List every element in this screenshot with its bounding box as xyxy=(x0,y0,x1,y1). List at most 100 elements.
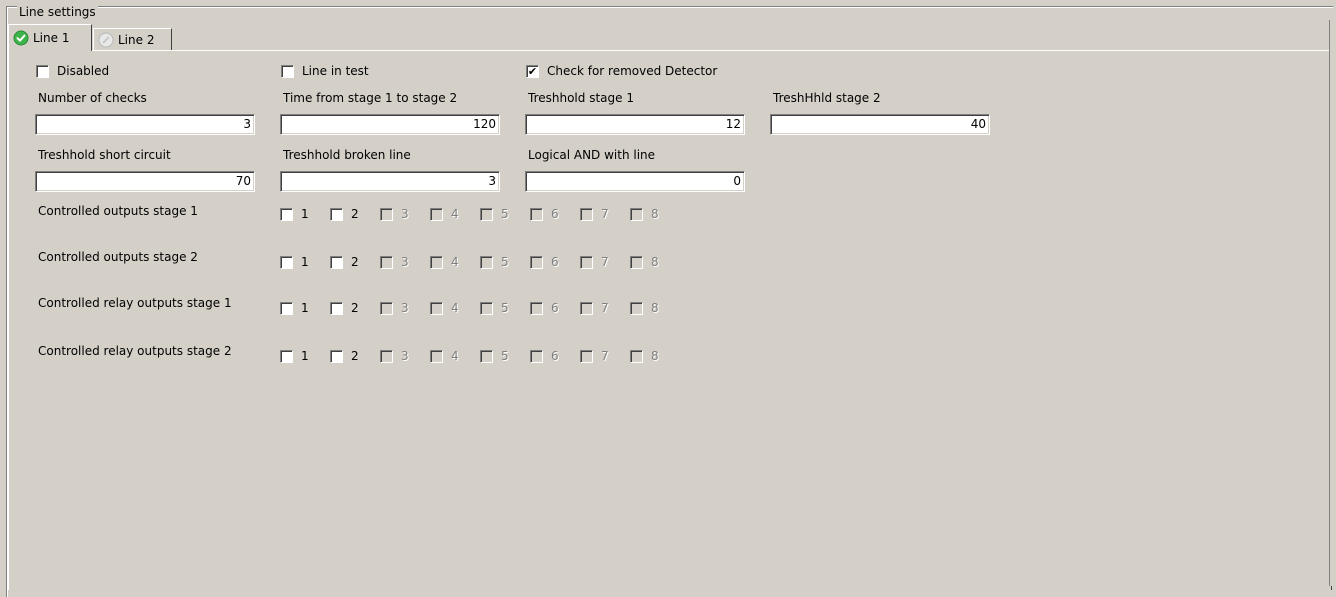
output-number: 6 xyxy=(551,207,559,221)
output-number: 5 xyxy=(501,255,509,269)
controlled-outputs-stage1-group: 1 2 3 4 5 6 7 8 xyxy=(280,207,680,221)
output-checkbox-2[interactable]: 2 xyxy=(330,301,380,315)
checkbox-box xyxy=(630,255,643,269)
checkbox-box xyxy=(430,349,443,363)
output-checkbox-5: 5 xyxy=(480,301,530,315)
tab-label: Line 1 xyxy=(33,31,70,45)
threshold-stage1-label: Treshhold stage 1 xyxy=(528,91,634,105)
output-number: 5 xyxy=(501,349,509,363)
disabled-checkbox[interactable]: Disabled xyxy=(36,64,109,78)
checkbox-box xyxy=(530,207,543,221)
threshold-short-circuit-input[interactable]: 70 xyxy=(35,171,255,192)
output-checkbox-1[interactable]: 1 xyxy=(280,207,330,221)
output-number: 3 xyxy=(401,207,409,221)
controlled-relay-outputs-stage2-group: 1 2 3 4 5 6 7 8 xyxy=(280,349,680,363)
controlled-outputs-stage2-group: 1 2 3 4 5 6 7 8 xyxy=(280,255,680,269)
output-number: 7 xyxy=(601,301,609,315)
checkbox-box xyxy=(580,207,593,221)
threshold-stage2-label: TreshHhld stage 2 xyxy=(773,91,881,105)
logical-and-input[interactable]: 0 xyxy=(525,171,745,192)
output-checkbox-8: 8 xyxy=(630,301,680,315)
output-checkbox-1[interactable]: 1 xyxy=(280,255,330,269)
output-number: 6 xyxy=(551,255,559,269)
threshold-stage2-input[interactable]: 40 xyxy=(770,114,990,135)
output-number: 8 xyxy=(651,301,659,315)
output-checkbox-2[interactable]: 2 xyxy=(330,255,380,269)
checkbox-box xyxy=(480,349,493,363)
output-number: 7 xyxy=(601,207,609,221)
check-removed-detector-checkbox[interactable]: ✔ Check for removed Detector xyxy=(526,64,717,78)
output-number: 6 xyxy=(551,349,559,363)
group-title: Line settings xyxy=(17,5,98,19)
checkbox-box xyxy=(430,301,443,315)
checkbox-box xyxy=(380,301,393,315)
tab-panel-line-1: Disabled Line in test ✔ Check for remove… xyxy=(8,50,1332,590)
output-checkbox-8: 8 xyxy=(630,349,680,363)
threshold-broken-line-label: Treshhold broken line xyxy=(283,148,411,162)
output-number: 7 xyxy=(601,255,609,269)
threshold-stage1-input[interactable]: 12 xyxy=(525,114,745,135)
checkbox-box xyxy=(380,207,393,221)
checkbox-box xyxy=(530,349,543,363)
output-number: 2 xyxy=(351,349,359,363)
output-number: 1 xyxy=(301,301,309,315)
output-number: 2 xyxy=(351,255,359,269)
line-in-test-checkbox[interactable]: Line in test xyxy=(281,64,369,78)
output-checkbox-7: 7 xyxy=(580,207,630,221)
checkbox-box xyxy=(630,349,643,363)
checkbox-box[interactable]: ✔ xyxy=(526,64,539,78)
output-number: 1 xyxy=(301,255,309,269)
checkbox-box xyxy=(630,207,643,221)
output-number: 8 xyxy=(651,255,659,269)
checkbox-box[interactable] xyxy=(280,349,293,363)
checkbox-box xyxy=(480,301,493,315)
output-checkbox-6: 6 xyxy=(530,301,580,315)
checkbox-label: Check for removed Detector xyxy=(547,64,718,78)
output-checkbox-1[interactable]: 1 xyxy=(280,301,330,315)
output-checkbox-7: 7 xyxy=(580,349,630,363)
checkbox-box xyxy=(580,349,593,363)
tab-line-2[interactable]: Line 2 xyxy=(93,28,172,50)
checkbox-box[interactable] xyxy=(330,301,343,315)
output-number: 5 xyxy=(501,207,509,221)
checkbox-box[interactable] xyxy=(330,207,343,221)
checkbox-box xyxy=(580,255,593,269)
checkbox-box xyxy=(530,301,543,315)
checkbox-box[interactable] xyxy=(36,64,49,78)
output-number: 4 xyxy=(451,207,459,221)
output-number: 8 xyxy=(651,207,659,221)
output-checkbox-1[interactable]: 1 xyxy=(280,349,330,363)
output-number: 8 xyxy=(651,349,659,363)
output-number: 3 xyxy=(401,255,409,269)
checkbox-box[interactable] xyxy=(280,255,293,269)
threshold-short-circuit-label: Treshhold short circuit xyxy=(38,148,171,162)
logical-and-label: Logical AND with line xyxy=(528,148,656,162)
output-checkbox-5: 5 xyxy=(480,255,530,269)
disabled-circle-icon xyxy=(98,32,114,48)
window-right-edge xyxy=(1329,20,1333,586)
time-stage1-stage2-input[interactable]: 120 xyxy=(280,114,500,135)
checkbox-box[interactable] xyxy=(281,64,294,78)
output-checkbox-8: 8 xyxy=(630,207,680,221)
threshold-broken-line-input[interactable]: 3 xyxy=(280,171,500,192)
tab-line-1[interactable]: Line 1 xyxy=(8,24,92,51)
checkbox-label: Disabled xyxy=(57,64,110,78)
output-number: 2 xyxy=(351,301,359,315)
number-of-checks-input[interactable]: 3 xyxy=(35,114,255,135)
checkbox-box[interactable] xyxy=(330,349,343,363)
checkbox-box[interactable] xyxy=(330,255,343,269)
output-checkbox-7: 7 xyxy=(580,301,630,315)
checkbox-box xyxy=(380,255,393,269)
controlled-outputs-stage1-label: Controlled outputs stage 1 xyxy=(38,204,198,218)
controlled-relay-outputs-stage1-group: 1 2 3 4 5 6 7 8 xyxy=(280,301,680,315)
checkbox-box xyxy=(630,301,643,315)
checkbox-box[interactable] xyxy=(280,301,293,315)
output-checkbox-5: 5 xyxy=(480,207,530,221)
output-checkbox-2[interactable]: 2 xyxy=(330,349,380,363)
output-checkbox-6: 6 xyxy=(530,349,580,363)
output-checkbox-2[interactable]: 2 xyxy=(330,207,380,221)
checkbox-box[interactable] xyxy=(280,207,293,221)
output-number: 1 xyxy=(301,207,309,221)
output-number: 2 xyxy=(351,207,359,221)
checkbox-box xyxy=(480,255,493,269)
